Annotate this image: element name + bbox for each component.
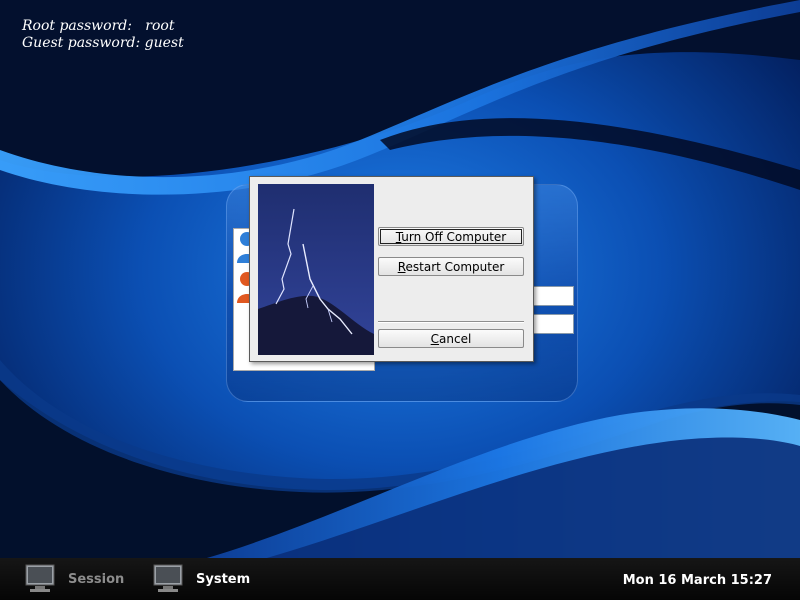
lightning-image (258, 184, 374, 355)
turn-off-computer-button[interactable]: Turn Off Computer (378, 227, 524, 246)
root-password-hint: Root password: root (22, 18, 175, 34)
monitor-icon (153, 564, 183, 592)
session-label: Session (68, 571, 125, 587)
cancel-button[interactable]: Cancel (378, 329, 524, 348)
system-label: System (196, 571, 251, 587)
login-screen: Root password: root Guest password: gues… (0, 0, 800, 600)
dialog-separator (378, 321, 524, 323)
taskbar: Session System Mon 16 March 15:27 (0, 558, 800, 600)
session-menu[interactable]: Session (22, 564, 124, 594)
guest-password-hint: Guest password: guest (22, 35, 184, 51)
restart-computer-button[interactable]: Restart Computer (378, 257, 524, 276)
monitor-icon (25, 564, 55, 592)
password-hint: Root password: root Guest password: gues… (22, 18, 184, 52)
system-menu[interactable]: System (150, 564, 250, 594)
shutdown-dialog: Turn Off Computer Restart Computer Cance… (249, 176, 534, 362)
clock: Mon 16 March 15:27 (622, 573, 772, 588)
